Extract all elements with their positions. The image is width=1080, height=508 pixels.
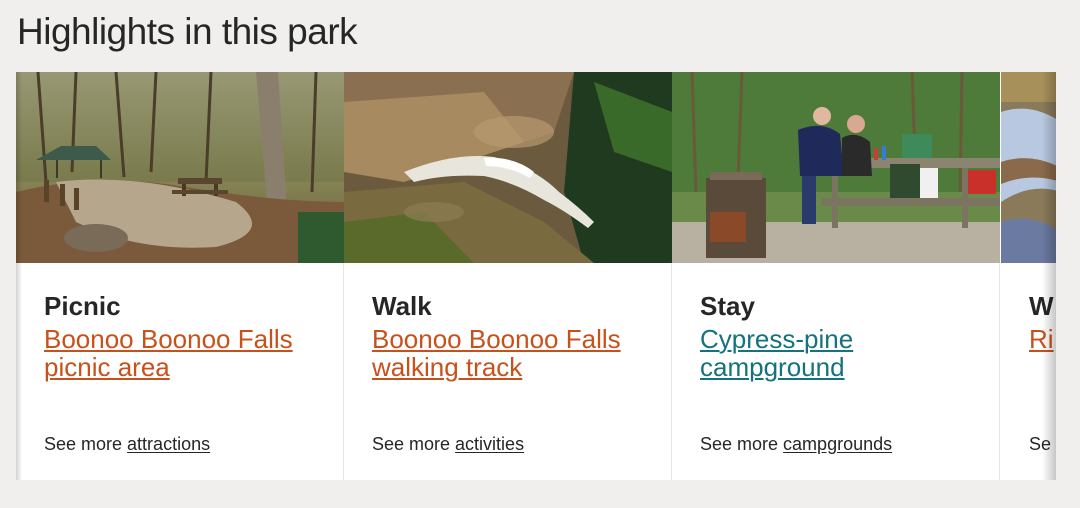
- activities-link[interactable]: activities: [455, 434, 524, 454]
- partial-card-link[interactable]: Ri: [1029, 325, 1056, 353]
- highlight-card-partial[interactable]: W Ri Se: [1001, 72, 1056, 480]
- campground-link[interactable]: Cypress-pine campground: [700, 325, 980, 381]
- see-more-prefix: See more: [44, 434, 128, 454]
- river-photo[interactable]: [1001, 72, 1056, 263]
- see-more-partial: Se: [1029, 433, 1051, 455]
- section-title: Highlights in this park: [17, 11, 358, 52]
- see-more-prefix: Se: [1029, 434, 1052, 454]
- card-category: Stay: [700, 291, 755, 321]
- see-more-attractions: See more attractions: [44, 433, 210, 455]
- highlights-carousel[interactable]: Picnic Boonoo Boonoo Falls picnic area S…: [16, 72, 1056, 480]
- walking-track-link[interactable]: Boonoo Boonoo Falls walking track: [372, 325, 652, 381]
- attractions-link[interactable]: attractions: [127, 434, 210, 454]
- card-category: W: [1029, 291, 1054, 321]
- campground-photo[interactable]: [672, 72, 1000, 263]
- see-more-campgrounds: See more campgrounds: [700, 433, 892, 455]
- see-more-prefix: See more: [372, 434, 456, 454]
- campgrounds-link[interactable]: campgrounds: [783, 434, 892, 454]
- highlight-card-stay[interactable]: Stay Cypress-pine campground See more ca…: [672, 72, 1000, 480]
- picnic-area-link[interactable]: Boonoo Boonoo Falls picnic area: [44, 325, 324, 381]
- waterfall-photo[interactable]: [344, 72, 672, 263]
- card-category: Walk: [372, 291, 432, 321]
- card-track: Picnic Boonoo Boonoo Falls picnic area S…: [16, 72, 1056, 480]
- highlight-card-walk[interactable]: Walk Boonoo Boonoo Falls walking track S…: [344, 72, 672, 480]
- picnic-area-photo[interactable]: [16, 72, 344, 263]
- highlight-card-picnic[interactable]: Picnic Boonoo Boonoo Falls picnic area S…: [16, 72, 344, 480]
- see-more-activities: See more activities: [372, 433, 524, 455]
- see-more-prefix: See more: [700, 434, 784, 454]
- card-category: Picnic: [44, 291, 121, 321]
